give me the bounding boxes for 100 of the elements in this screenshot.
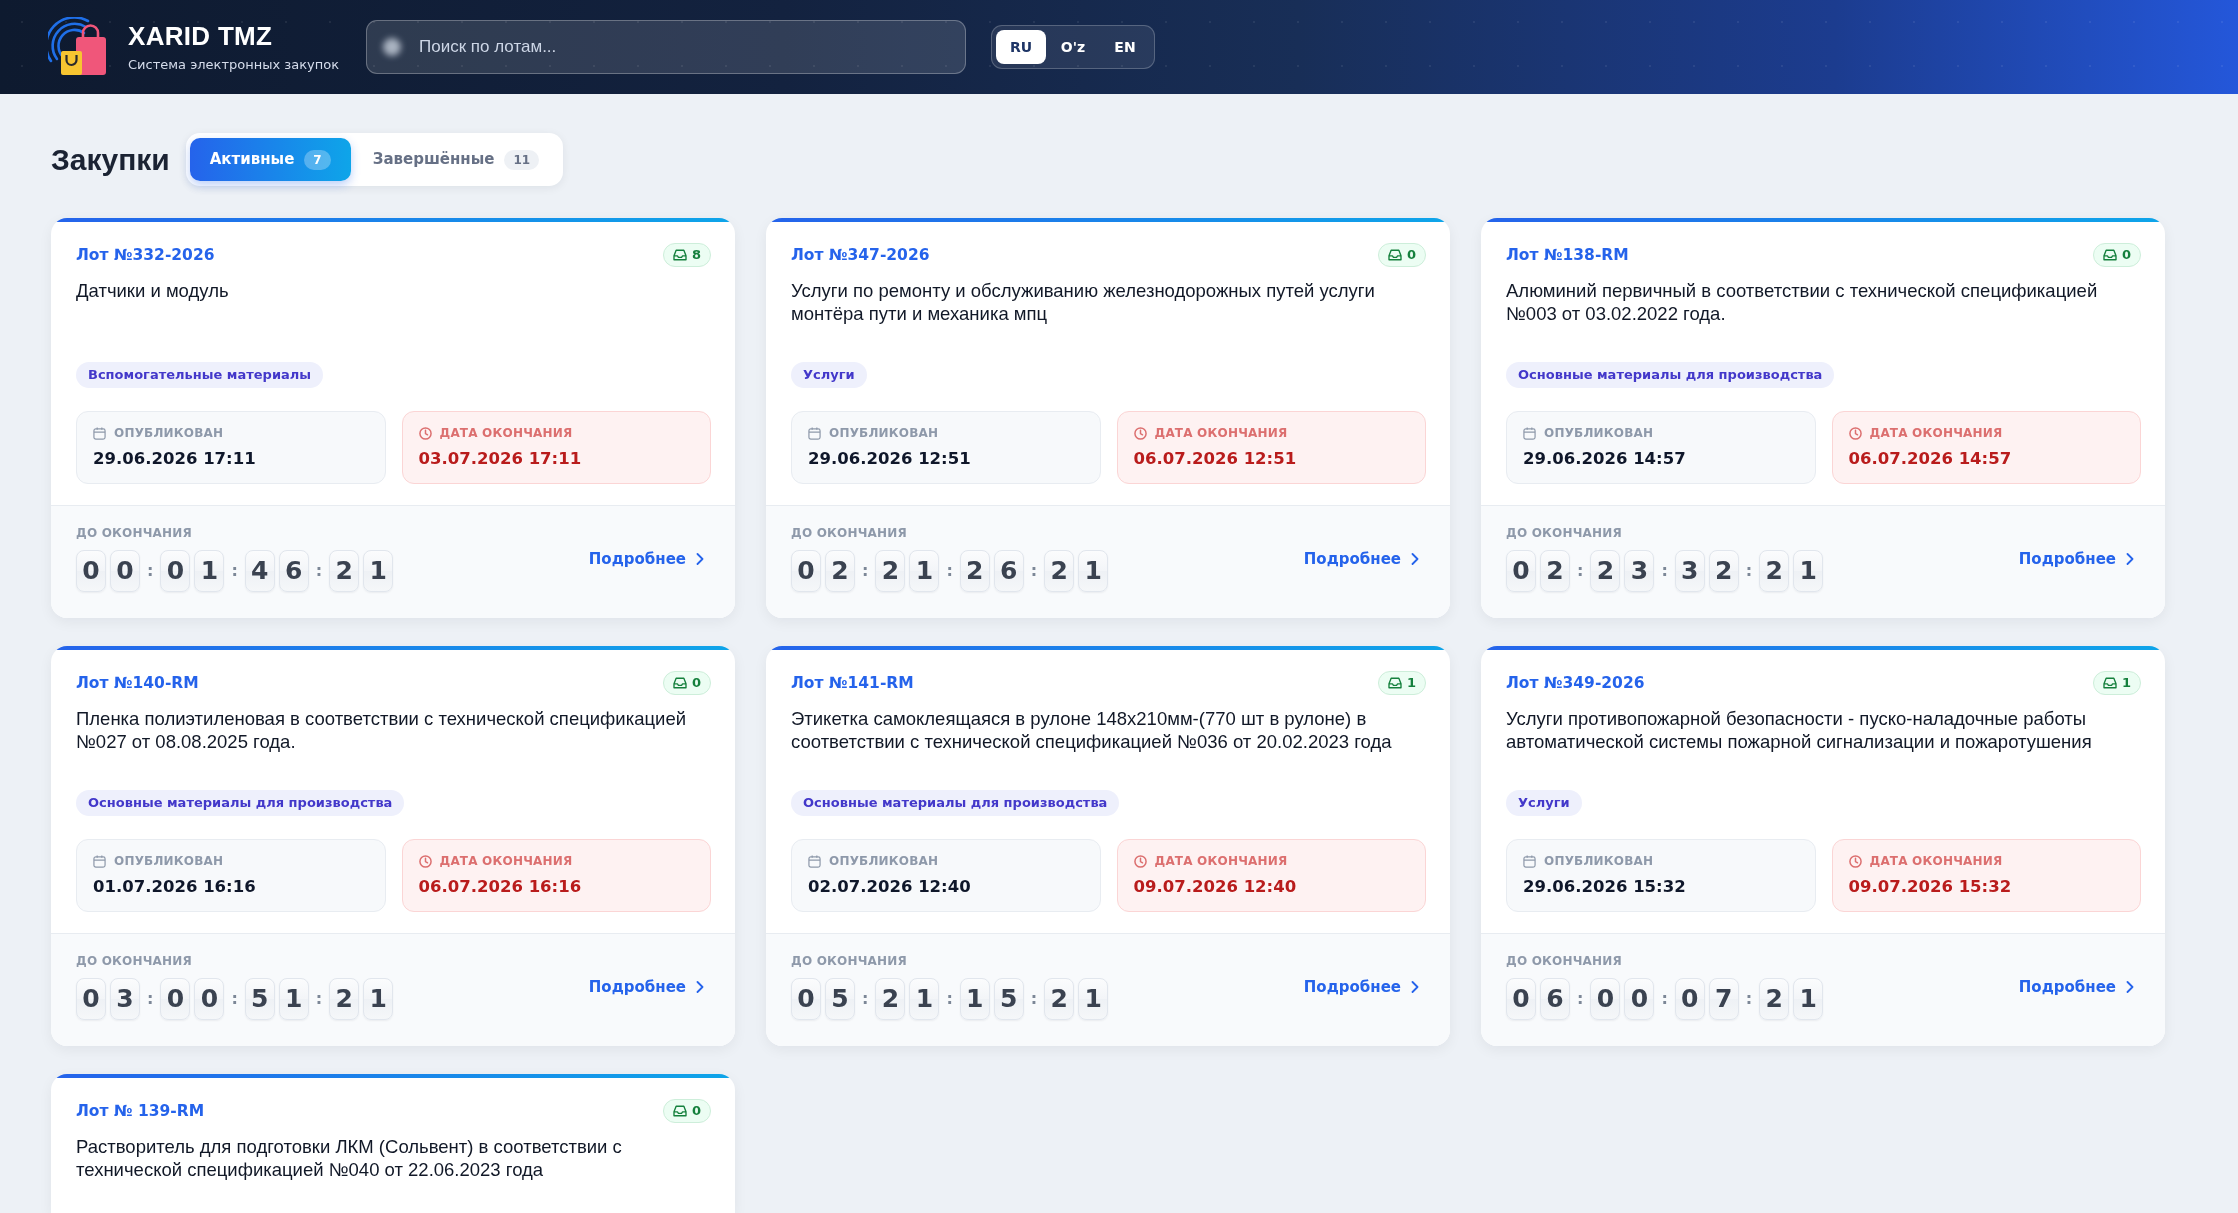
chevron-right-icon bbox=[2126, 981, 2134, 993]
countdown-digit: 6 bbox=[993, 550, 1024, 592]
countdown-digit: 0 bbox=[1624, 978, 1655, 1020]
countdown-digit: 1 bbox=[1793, 550, 1824, 592]
page-title: Закупки bbox=[51, 141, 170, 178]
chevron-right-icon bbox=[2126, 553, 2134, 565]
countdown-separator: : bbox=[1030, 563, 1038, 579]
countdown-separator: : bbox=[147, 563, 154, 579]
details-link[interactable]: Подробнее bbox=[1303, 547, 1419, 571]
lot-description: Растворитель для подготовки ЛКМ (Сольвент) в соответствии с технической спецификацией №040 от 22.06.2023 года bbox=[76, 1135, 623, 1181]
countdown-digit: 1 bbox=[194, 550, 225, 592]
date-value: 09.07.2026 12:40 bbox=[1133, 876, 1298, 898]
lot-description: Услуги противопожарной безопасности - пуско-наладочные работы автоматической системы пожарной сигнализации и пожаротушения bbox=[1506, 707, 2093, 754]
clock-icon bbox=[418, 426, 432, 440]
details-link[interactable]: Подробнее bbox=[588, 547, 704, 571]
inbox-icon bbox=[2102, 249, 2117, 261]
language-button[interactable]: EN bbox=[1100, 30, 1150, 64]
chevron-right-icon bbox=[696, 553, 704, 565]
bids-count: 0 bbox=[1406, 246, 1416, 265]
bids-count: 0 bbox=[2121, 246, 2131, 265]
lot-number: Лот №349-2026 bbox=[1506, 673, 1645, 693]
lot-number: Лот №332-2026 bbox=[76, 245, 215, 265]
countdown-digit: 0 bbox=[1506, 978, 1536, 1020]
date-value: 06.07.2026 12:51 bbox=[1133, 448, 1298, 470]
countdown-digit: 0 bbox=[194, 978, 225, 1020]
tab[interactable]: Завершённые 11 bbox=[352, 138, 560, 181]
inbox-icon bbox=[2102, 677, 2117, 689]
countdown-digit: 1 bbox=[363, 550, 394, 592]
language-button[interactable]: O'z bbox=[1048, 30, 1098, 64]
countdown-separator: : bbox=[315, 991, 323, 1007]
countdown-digit: 0 bbox=[1590, 978, 1621, 1020]
countdown-label: ДО ОКОНЧАНИЯ bbox=[791, 954, 908, 968]
category-tag: Вспомогательные материалы bbox=[76, 362, 324, 388]
details-link[interactable]: Подробнее bbox=[2018, 547, 2134, 571]
countdown-digit: 2 bbox=[329, 550, 360, 592]
countdown-digit: 1 bbox=[363, 978, 394, 1020]
countdown-digit: 5 bbox=[825, 978, 855, 1020]
countdown-label: ДО ОКОНЧАНИЯ bbox=[76, 526, 193, 540]
countdown-digit: 2 bbox=[1759, 550, 1790, 592]
bids-count: 1 bbox=[2121, 674, 2131, 693]
countdown-digit: 1 bbox=[959, 978, 990, 1020]
countdown-digit: 2 bbox=[825, 550, 855, 592]
date-label: ОПУБЛИКОВАН bbox=[114, 854, 224, 868]
clock-icon bbox=[418, 854, 432, 868]
tab[interactable]: Активные 7 bbox=[189, 138, 351, 181]
countdown-digit: 2 bbox=[1044, 550, 1075, 592]
lot-number: Лот №347-2026 bbox=[791, 245, 930, 265]
lot-description: Датчики и модуль bbox=[76, 279, 230, 303]
countdown-separator: : bbox=[1577, 991, 1584, 1007]
details-link[interactable]: Подробнее bbox=[588, 975, 704, 999]
lot-description: Пленка полиэтиленовая в соответствии с технической спецификацией №027 от 08.08.2025 года. bbox=[76, 707, 687, 754]
details-link[interactable]: Подробнее bbox=[1303, 975, 1419, 999]
details-link[interactable]: Подробнее bbox=[2018, 975, 2134, 999]
date-value: 29.06.2026 12:51 bbox=[808, 448, 972, 470]
countdown-digit: 5 bbox=[244, 978, 275, 1020]
lot-number: Лот №138-RM bbox=[1506, 245, 1629, 265]
lot-description: Услуги по ремонту и обслуживанию железнодорожных путей услуги монтёра пути и механика мпц bbox=[791, 279, 1376, 326]
countdown-digit: 2 bbox=[959, 550, 990, 592]
countdown-digit: 2 bbox=[1540, 550, 1570, 592]
bids-count: 0 bbox=[691, 674, 701, 693]
countdown-label: ДО ОКОНЧАНИЯ bbox=[76, 954, 193, 968]
countdown-digit: 0 bbox=[791, 550, 821, 592]
date-label: ОПУБЛИКОВАН bbox=[829, 854, 939, 868]
calendar-icon bbox=[808, 426, 821, 440]
date-label: ДАТА ОКОНЧАНИЯ bbox=[439, 854, 573, 868]
countdown-digit: 2 bbox=[1590, 550, 1621, 592]
brand-name: XARID TMZ bbox=[128, 21, 274, 50]
countdown-digit: 0 bbox=[1506, 550, 1536, 592]
calendar-icon bbox=[93, 854, 106, 868]
lot-number: Лот №140-RM bbox=[76, 673, 199, 693]
chevron-right-icon bbox=[1411, 981, 1419, 993]
countdown-digit: 1 bbox=[1078, 978, 1109, 1020]
language-button[interactable]: RU bbox=[996, 30, 1046, 64]
tab-count: 7 bbox=[304, 149, 331, 170]
clock-icon bbox=[1133, 854, 1147, 868]
date-label: ДАТА ОКОНЧАНИЯ bbox=[1869, 854, 2003, 868]
inbox-icon bbox=[672, 677, 687, 689]
countdown-separator: : bbox=[231, 991, 238, 1007]
countdown-separator: : bbox=[1030, 991, 1038, 1007]
countdown-label: ДО ОКОНЧАНИЯ bbox=[1506, 526, 1623, 540]
countdown-digit: 3 bbox=[1674, 550, 1705, 592]
countdown-digit: 1 bbox=[278, 978, 309, 1020]
countdown-digit: 1 bbox=[1078, 550, 1109, 592]
date-label: ОПУБЛИКОВАН bbox=[1544, 426, 1654, 440]
lot-number: Лот №141-RM bbox=[791, 673, 914, 693]
date-value: 09.07.2026 15:32 bbox=[1848, 876, 2013, 898]
chevron-right-icon bbox=[1411, 553, 1419, 565]
countdown-separator: : bbox=[1661, 991, 1668, 1007]
countdown-digit: 6 bbox=[1540, 978, 1570, 1020]
lot-description: Этикетка самоклеящаяся в рулоне 148х210мм-(770 шт в рулоне) в соответствии с технической спецификацией №036 от 20.02.2023 года bbox=[791, 707, 1393, 754]
calendar-icon bbox=[93, 426, 106, 440]
date-label: ОПУБЛИКОВАН bbox=[1544, 854, 1654, 868]
countdown-separator: : bbox=[1745, 563, 1753, 579]
countdown-separator: : bbox=[946, 563, 953, 579]
countdown-separator: : bbox=[1661, 563, 1668, 579]
tab-count: 11 bbox=[504, 149, 540, 170]
date-value: 06.07.2026 14:57 bbox=[1848, 448, 2013, 470]
countdown-digit: 2 bbox=[1759, 978, 1790, 1020]
date-label: ОПУБЛИКОВАН bbox=[114, 426, 224, 440]
date-value: 06.07.2026 16:16 bbox=[418, 876, 583, 898]
